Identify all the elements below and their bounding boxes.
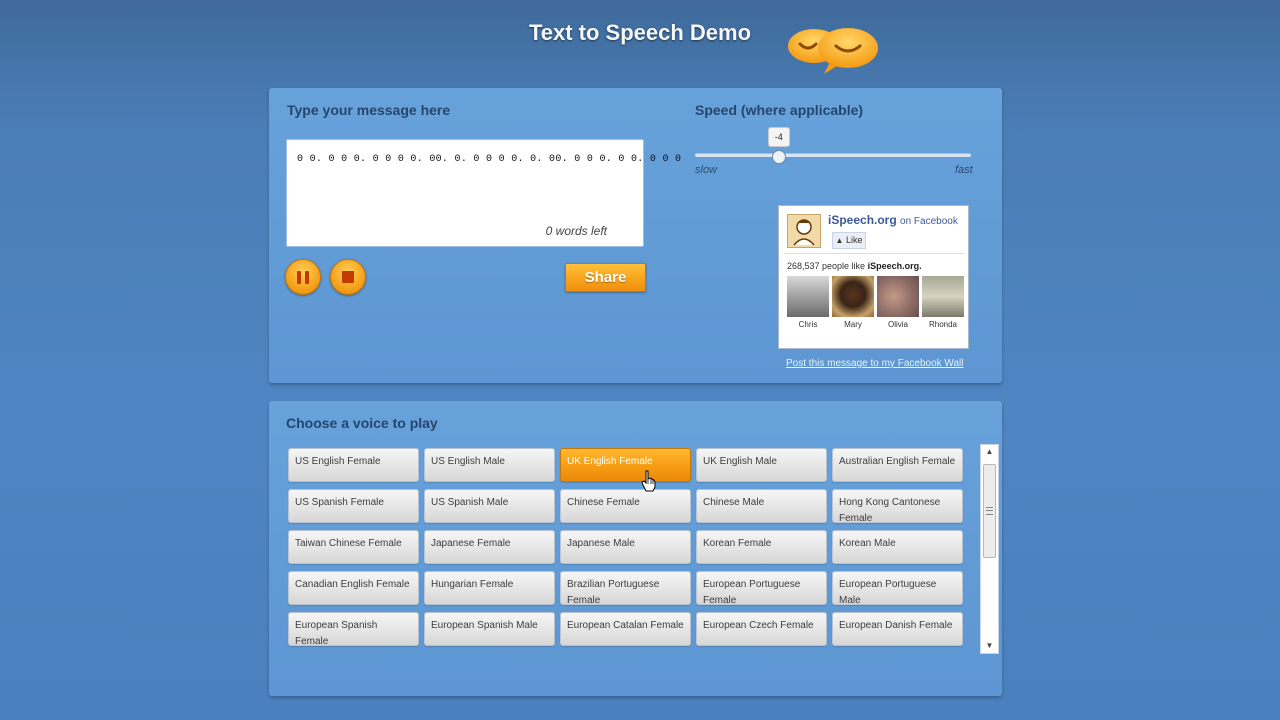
voice-button[interactable]: Australian English Female (832, 448, 963, 482)
voice-button[interactable]: Korean Male (832, 530, 963, 564)
voice-button[interactable]: US Spanish Female (288, 489, 419, 523)
speed-slider-handle[interactable] (771, 150, 786, 164)
scroll-thumb[interactable] (983, 464, 996, 558)
voice-button[interactable]: European Czech Female (696, 612, 827, 646)
like-count-name: iSpeech.org. (867, 261, 922, 271)
pause-icon (297, 270, 309, 284)
voice-button[interactable]: Brazilian Portuguese Female (560, 571, 691, 605)
voice-button[interactable]: Japanese Female (424, 530, 555, 564)
voice-button[interactable]: Chinese Male (696, 489, 827, 523)
voice-button[interactable]: UK English Female (560, 448, 691, 482)
person-icon (793, 219, 815, 246)
voice-button[interactable]: UK English Male (696, 448, 827, 482)
message-text: 0 0. 0 0 0. 0 0 0 0. 00. 0. 0 0 0 0. 0. … (297, 154, 682, 165)
voice-button[interactable]: US Spanish Male (424, 489, 555, 523)
voice-button[interactable]: Chinese Female (560, 489, 691, 523)
fan-faces: Chris Mary Olivia Rhonda (787, 276, 964, 329)
voice-button[interactable]: Hungarian Female (424, 571, 555, 605)
fan-name: Chris (798, 320, 818, 329)
facebook-page-link[interactable]: iSpeech.org on Facebook (828, 213, 958, 227)
fan-photo (877, 276, 919, 317)
facebook-like-button[interactable]: ▲ Like (832, 232, 866, 249)
scroll-down-icon[interactable]: ▼ (981, 639, 998, 653)
fan-item[interactable]: Olivia (877, 276, 919, 329)
share-button[interactable]: Share (565, 263, 646, 292)
voice-button[interactable]: European Spanish Female (288, 612, 419, 646)
page-title: Text to Speech Demo (528, 20, 752, 45)
speed-heading: Speed (where applicable) (695, 102, 864, 118)
scroll-up-icon[interactable]: ▲ (981, 445, 998, 459)
fan-name: Mary (844, 320, 862, 329)
fan-item[interactable]: Mary (832, 276, 874, 329)
speed-value-tooltip: -4 (767, 127, 790, 147)
voice-panel: Choose a voice to play US English Female… (269, 401, 1002, 696)
message-textarea[interactable]: 0 0. 0 0 0. 0 0 0 0. 00. 0. 0 0 0 0. 0. … (286, 139, 681, 247)
fan-item[interactable]: Rhonda (922, 276, 964, 329)
voice-button[interactable]: US English Male (424, 448, 555, 482)
thumbs-up-icon: ▲ (835, 236, 844, 245)
voice-button[interactable]: US English Female (288, 448, 419, 482)
fan-name: Rhonda (928, 320, 958, 329)
stop-button[interactable] (330, 259, 366, 295)
voice-button[interactable]: Hong Kong Cantonese Female (832, 489, 963, 523)
fan-name: Olivia (887, 320, 908, 329)
facebook-page-name: iSpeech.org (828, 213, 897, 227)
voice-button[interactable]: European Danish Female (832, 612, 963, 646)
like-count-text: 268,537 people like (787, 261, 866, 271)
grip-icon (986, 507, 993, 515)
stop-icon (342, 271, 354, 283)
facebook-like-box: iSpeech.org on Facebook ▲ Like 268,537 p… (778, 205, 969, 349)
speed-fast-label: fast (955, 164, 973, 176)
words-left-counter: 0 words left (545, 224, 607, 238)
fan-photo (832, 276, 874, 317)
like-count: 268,537 people like iSpeech.org. (787, 261, 922, 271)
ispeech-avatar[interactable] (787, 214, 821, 248)
voice-heading: Choose a voice to play (286, 415, 438, 431)
hand-pointer-icon (641, 470, 656, 492)
voice-button[interactable]: European Catalan Female (560, 612, 691, 646)
voice-button[interactable]: European Spanish Male (424, 612, 555, 646)
fan-item[interactable]: Chris (787, 276, 829, 329)
facebook-on-label: on Facebook (900, 216, 958, 227)
fan-photo (787, 276, 829, 317)
divider (783, 253, 964, 254)
voice-button[interactable]: European Portuguese Female (696, 571, 827, 605)
voice-button[interactable]: Taiwan Chinese Female (288, 530, 419, 564)
pause-button[interactable] (285, 259, 321, 295)
voice-button[interactable]: Canadian English Female (288, 571, 419, 605)
voice-button[interactable]: Korean Female (696, 530, 827, 564)
speed-slow-label: slow (695, 164, 718, 176)
speed-slider-track[interactable] (695, 153, 971, 157)
fan-photo (922, 276, 964, 317)
like-label: Like (845, 235, 863, 245)
message-heading: Type your message here (287, 102, 451, 118)
post-to-facebook-link[interactable]: Post this message to my Facebook Wall (786, 358, 963, 369)
voice-button[interactable]: Japanese Male (560, 530, 691, 564)
voice-button[interactable]: European Portuguese Male (832, 571, 963, 605)
speech-bubbles-logo-icon (788, 28, 878, 74)
voice-list-scrollbar[interactable]: ▲ ▼ (980, 444, 999, 654)
message-panel: Type your message here 0 0. 0 0 0. 0 0 0… (269, 88, 1002, 383)
voice-grid: US English Female US English Male UK Engli… (288, 448, 968, 646)
